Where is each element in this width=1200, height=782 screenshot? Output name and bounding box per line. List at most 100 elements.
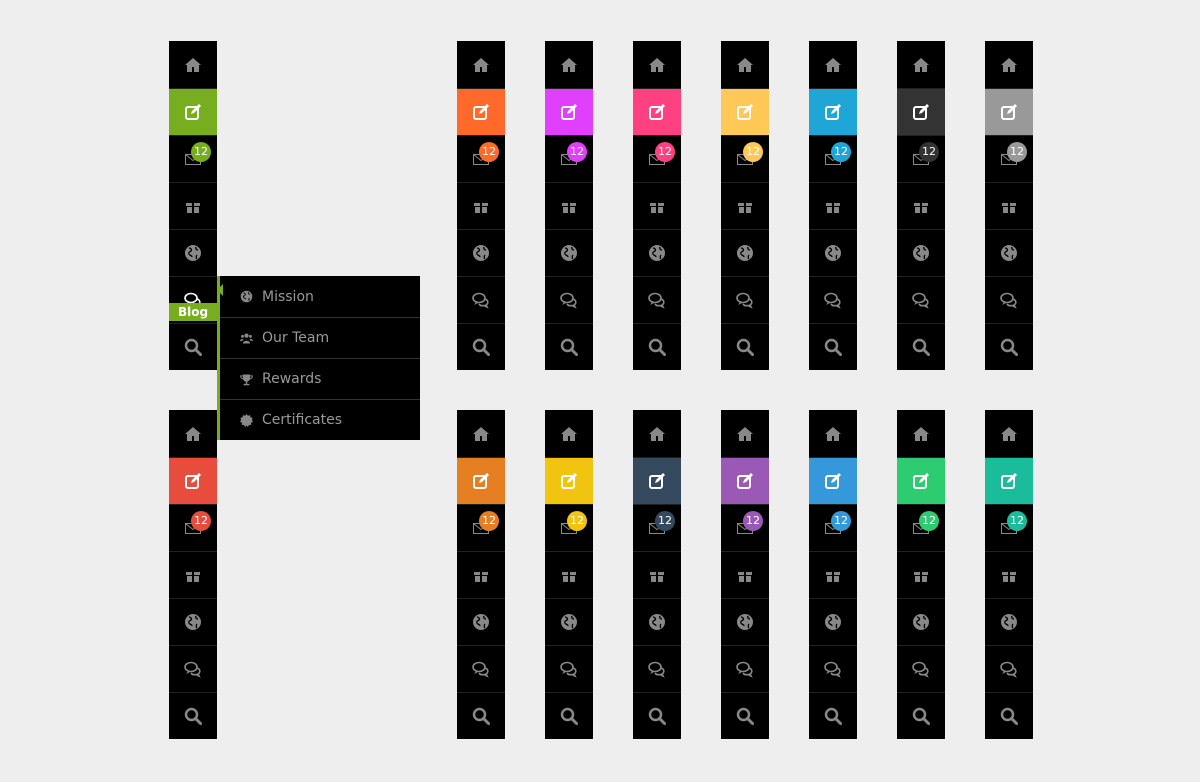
menu-item-gift[interactable] [457,182,505,229]
menu-item-edit[interactable] [721,457,769,504]
menu-item-gift[interactable] [721,182,769,229]
menu-item-chat[interactable] [809,645,857,692]
menu-item-globe[interactable] [545,598,593,645]
menu-item-edit[interactable] [897,457,945,504]
menu-item-chat[interactable] [545,645,593,692]
menu-item-home[interactable] [545,410,593,457]
menu-item-mail[interactable]: 12 [985,504,1033,551]
menu-item-search[interactable] [897,323,945,370]
menu-item-edit[interactable] [545,88,593,135]
menu-item-globe[interactable] [809,229,857,276]
menu-item-mail[interactable]: 12 [721,135,769,182]
menu-item-chat[interactable] [897,276,945,323]
menu-item-gift[interactable] [633,182,681,229]
menu-item-chat[interactable] [633,276,681,323]
menu-item-gift[interactable] [633,551,681,598]
menu-item-edit[interactable] [633,88,681,135]
menu-item-chat[interactable] [721,645,769,692]
menu-item-mail[interactable]: 12 [545,135,593,182]
menu-item-search[interactable] [457,692,505,739]
menu-item-chat[interactable] [809,276,857,323]
menu-item-globe[interactable] [721,229,769,276]
dropdown-item-rewards[interactable]: Rewards [220,358,420,399]
menu-item-search[interactable] [721,692,769,739]
menu-item-gift[interactable] [169,182,217,229]
menu-item-edit[interactable] [457,457,505,504]
menu-item-mail[interactable]: 12 [633,504,681,551]
menu-item-globe[interactable] [169,229,217,276]
menu-item-edit[interactable] [169,88,217,135]
menu-item-gift[interactable] [809,182,857,229]
menu-item-mail[interactable]: 12 [633,135,681,182]
menu-item-gift[interactable] [897,551,945,598]
menu-item-globe[interactable] [985,598,1033,645]
menu-item-edit[interactable] [457,88,505,135]
menu-item-home[interactable] [809,410,857,457]
menu-item-chat[interactable] [457,276,505,323]
dropdown-item-certificates[interactable]: Certificates [220,399,420,440]
menu-item-globe[interactable] [633,598,681,645]
menu-item-gift[interactable] [721,551,769,598]
menu-item-search[interactable] [545,323,593,370]
menu-item-mail[interactable]: 12 [897,135,945,182]
menu-item-globe[interactable] [457,229,505,276]
menu-item-home[interactable] [985,41,1033,88]
menu-item-home[interactable] [545,41,593,88]
menu-item-globe[interactable] [897,598,945,645]
menu-item-gift[interactable] [545,551,593,598]
menu-item-search[interactable] [457,323,505,370]
menu-item-mail[interactable]: 12 [985,135,1033,182]
menu-item-edit[interactable] [985,88,1033,135]
menu-item-edit[interactable] [809,88,857,135]
menu-item-home[interactable] [897,410,945,457]
menu-item-chat[interactable] [457,645,505,692]
menu-item-search[interactable] [633,692,681,739]
menu-item-edit[interactable] [809,457,857,504]
menu-item-home[interactable] [633,41,681,88]
menu-item-home[interactable] [809,41,857,88]
menu-item-search[interactable] [633,323,681,370]
menu-item-globe[interactable] [897,229,945,276]
menu-item-edit[interactable] [721,88,769,135]
menu-item-edit[interactable] [633,457,681,504]
menu-item-gift[interactable] [809,551,857,598]
menu-item-mail[interactable]: 12 [897,504,945,551]
menu-item-globe[interactable] [545,229,593,276]
menu-item-mail[interactable]: 12 [809,135,857,182]
menu-item-gift[interactable] [985,551,1033,598]
dropdown-item-our-team[interactable]: Our Team [220,317,420,358]
menu-item-mail[interactable]: 12 [809,504,857,551]
menu-item-chat[interactable]: Blog [169,276,217,323]
menu-item-globe[interactable] [721,598,769,645]
menu-item-chat[interactable] [721,276,769,323]
menu-item-mail[interactable]: 12 [721,504,769,551]
menu-item-edit[interactable] [897,88,945,135]
menu-item-gift[interactable] [545,182,593,229]
menu-item-mail[interactable]: 12 [169,504,217,551]
menu-item-search[interactable] [169,323,217,370]
menu-item-search[interactable] [721,323,769,370]
menu-item-globe[interactable] [985,229,1033,276]
menu-item-chat[interactable] [897,645,945,692]
menu-item-edit[interactable] [985,457,1033,504]
menu-item-globe[interactable] [633,229,681,276]
menu-item-chat[interactable] [633,645,681,692]
menu-item-search[interactable] [809,692,857,739]
menu-item-mail[interactable]: 12 [457,135,505,182]
menu-item-search[interactable] [545,692,593,739]
menu-item-globe[interactable] [169,598,217,645]
menu-item-search[interactable] [897,692,945,739]
menu-item-home[interactable] [457,410,505,457]
menu-item-search[interactable] [985,692,1033,739]
menu-item-search[interactable] [169,692,217,739]
menu-item-home[interactable] [897,41,945,88]
menu-item-home[interactable] [457,41,505,88]
menu-item-chat[interactable] [545,276,593,323]
menu-item-gift[interactable] [457,551,505,598]
menu-item-home[interactable] [169,41,217,88]
menu-item-home[interactable] [633,410,681,457]
menu-item-edit[interactable] [169,457,217,504]
menu-item-search[interactable] [809,323,857,370]
menu-item-chat[interactable] [985,645,1033,692]
menu-item-home[interactable] [985,410,1033,457]
